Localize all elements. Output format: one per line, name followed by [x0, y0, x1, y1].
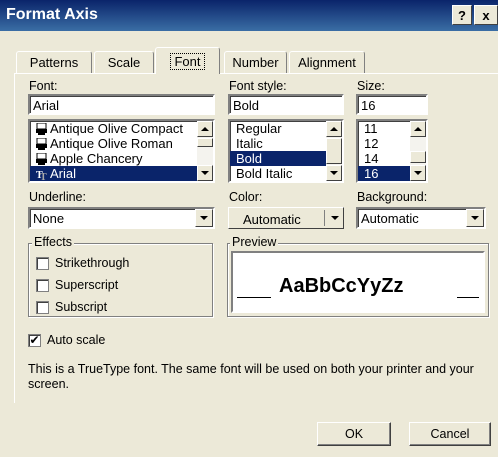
- scroll-up-button[interactable]: [410, 121, 426, 137]
- tab-label: Alignment: [298, 55, 356, 70]
- down-arrow-icon: [414, 171, 422, 175]
- scroll-up-button[interactable]: [326, 121, 342, 137]
- close-icon: x: [482, 7, 490, 23]
- list-item[interactable]: Apple Chancery: [30, 151, 213, 166]
- chevron-down-icon: [200, 216, 208, 220]
- size-input[interactable]: 16: [356, 94, 428, 115]
- font-input[interactable]: Arial: [28, 94, 215, 115]
- svg-text:T: T: [40, 172, 47, 180]
- scroll-down-button[interactable]: [410, 165, 426, 181]
- effects-title: Effects: [32, 235, 74, 249]
- font-label: Font:: [29, 79, 58, 93]
- checkmark-icon: ✔: [29, 332, 40, 347]
- list-item-label: Antique Olive Compact: [50, 121, 183, 136]
- scroll-thumb[interactable]: [410, 151, 426, 163]
- help-icon: ?: [458, 7, 466, 23]
- font-scrollbar[interactable]: [197, 121, 213, 181]
- list-item-selected[interactable]: Bold: [230, 151, 326, 166]
- list-item[interactable]: Antique Olive Roman: [30, 136, 213, 151]
- font-style-scrollbar[interactable]: [326, 121, 342, 181]
- auto-scale-label: Auto scale: [47, 333, 106, 347]
- list-item-label: Arial: [50, 166, 77, 181]
- background-label: Background:: [357, 190, 428, 204]
- list-item-selected[interactable]: 16: [358, 166, 410, 181]
- list-item-label: Antique Olive Roman: [50, 136, 173, 151]
- size-label: Size:: [357, 79, 385, 93]
- strikethrough-label: Strikethrough: [55, 256, 130, 270]
- color-label: Color:: [229, 190, 263, 204]
- printer-font-icon: [36, 152, 47, 165]
- ok-button[interactable]: OK: [317, 422, 391, 446]
- font-info-text: This is a TrueType font. The same font w…: [28, 362, 474, 391]
- preview-sample-text: AaBbCcYyZz: [279, 275, 404, 297]
- checkbox-box[interactable]: [36, 278, 49, 292]
- checkbox-box[interactable]: [36, 256, 49, 270]
- font-style-listbox[interactable]: Regular Italic Bold Bold Italic: [228, 119, 344, 183]
- help-button[interactable]: ?: [452, 5, 472, 25]
- superscript-label: Superscript: [55, 278, 119, 292]
- list-item-label: Apple Chancery: [50, 151, 143, 166]
- preview-title: Preview: [230, 235, 279, 249]
- color-picker-button[interactable]: Automatic: [228, 207, 344, 229]
- scroll-down-button[interactable]: [197, 165, 213, 181]
- size-listbox[interactable]: 11 12 14 16: [356, 119, 428, 183]
- up-arrow-icon: [330, 127, 338, 131]
- printer-font-icon: [36, 122, 47, 135]
- color-value: Automatic: [243, 212, 301, 227]
- superscript-checkbox[interactable]: Superscript: [36, 278, 118, 292]
- background-dropdown-button[interactable]: [466, 209, 484, 227]
- tab-label: Number: [232, 55, 279, 70]
- scroll-thumb[interactable]: [197, 138, 213, 147]
- underline-select[interactable]: None: [28, 207, 215, 229]
- tab-patterns[interactable]: Patterns: [16, 51, 92, 73]
- cancel-label: Cancel: [430, 427, 470, 441]
- subscript-checkbox[interactable]: Subscript: [36, 300, 107, 314]
- printer-font-icon: [36, 137, 47, 150]
- tab-alignment[interactable]: Alignment: [289, 51, 365, 73]
- scroll-thumb[interactable]: [326, 138, 342, 164]
- down-arrow-icon: [330, 171, 338, 175]
- chevron-down-icon: [471, 216, 479, 220]
- list-item-selected[interactable]: T T Arial: [30, 166, 197, 181]
- cancel-button[interactable]: Cancel: [409, 422, 491, 446]
- window-title: Format Axis: [6, 6, 98, 23]
- tab-scale[interactable]: Scale: [94, 51, 154, 73]
- strikethrough-checkbox[interactable]: Strikethrough: [36, 256, 129, 270]
- up-arrow-icon: [414, 127, 422, 131]
- checkbox-box[interactable]: ✔: [28, 332, 41, 347]
- scroll-down-button[interactable]: [326, 165, 342, 181]
- underline-value: None: [33, 211, 65, 226]
- baseline-left: [237, 297, 271, 298]
- down-arrow-icon: [201, 171, 209, 175]
- divider: [324, 210, 325, 226]
- list-item[interactable]: Antique Olive Compact: [30, 121, 213, 136]
- ok-label: OK: [344, 427, 364, 441]
- scroll-up-button[interactable]: [197, 121, 213, 137]
- chevron-down-icon: [331, 216, 339, 220]
- up-arrow-icon: [201, 127, 209, 131]
- underline-label: Underline:: [29, 190, 86, 204]
- tab-label: Patterns: [29, 55, 79, 70]
- font-listbox[interactable]: Antique Olive Compact Antique Olive Roma…: [28, 119, 215, 183]
- auto-scale-checkbox[interactable]: ✔ Auto scale: [28, 333, 105, 347]
- font-style-input[interactable]: Bold: [228, 94, 344, 115]
- font-style-label: Font style:: [229, 79, 287, 93]
- tab-label: Scale: [107, 55, 141, 70]
- tab-label: Font: [170, 52, 205, 70]
- subscript-label: Subscript: [55, 300, 108, 314]
- underline-dropdown-button[interactable]: [195, 209, 213, 227]
- close-button[interactable]: x: [474, 5, 498, 25]
- size-scrollbar[interactable]: [410, 121, 426, 181]
- preview-box: AaBbCcYyZz: [231, 251, 485, 313]
- baseline-right: [457, 297, 479, 298]
- truetype-icon: TT: [36, 168, 47, 181]
- background-value: Automatic: [361, 211, 419, 226]
- tab-number[interactable]: Number: [224, 51, 287, 73]
- checkbox-box[interactable]: [36, 300, 49, 314]
- background-select[interactable]: Automatic: [356, 207, 486, 229]
- tab-font[interactable]: Font: [155, 47, 220, 74]
